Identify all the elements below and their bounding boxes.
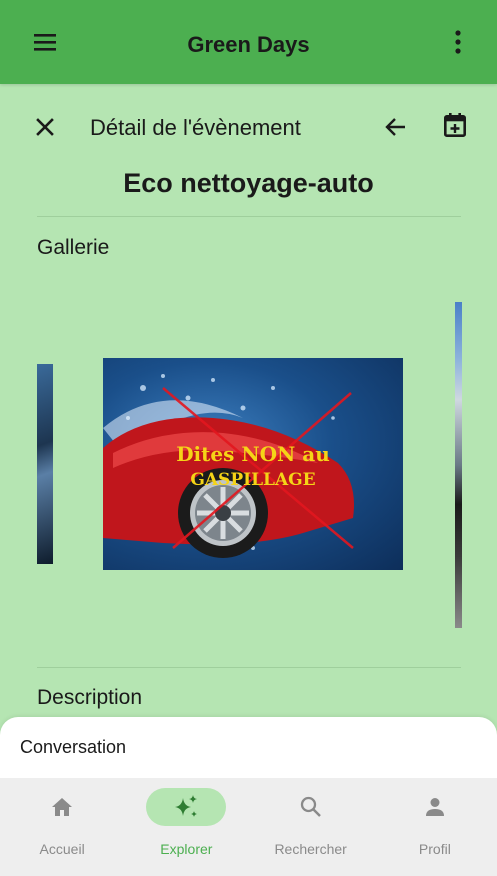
image-text-line1: Dites NON au [176,442,330,466]
calendar-add-icon[interactable] [440,110,470,140]
nav-item-explorer[interactable]: Explorer [124,778,248,876]
gallery-image-previous[interactable] [37,364,53,564]
nav-item-rechercher[interactable]: Rechercher [249,778,373,876]
gallery-image-current[interactable]: Dites NON au GASPILLAGE [103,358,403,570]
nav-label-rechercher: Rechercher [274,841,347,857]
nav-label-accueil: Accueil [39,841,85,857]
nav-label-profil: Profil [418,841,451,857]
more-vert-icon[interactable] [443,27,473,57]
detail-header: Détail de l'évènement [0,106,497,146]
person-icon [395,788,475,826]
nav-label-explorer: Explorer [160,841,213,857]
gallery-label: Gallerie [37,236,110,259]
sparkle-icon [146,788,227,826]
bottom-navigation: Accueil Explorer Rechercher Profil [0,778,497,876]
divider [37,667,461,668]
detail-heading: Détail de l'évènement [90,115,301,140]
image-gallery[interactable]: Dites NON au GASPILLAGE [0,280,497,660]
nav-item-profil[interactable]: Profil [373,778,497,876]
description-label: Description [37,686,143,709]
arrow-back-icon[interactable] [381,112,411,142]
nav-item-accueil[interactable]: Accueil [0,778,124,876]
app-title: Green Days [187,32,310,57]
menu-icon[interactable] [31,27,61,57]
search-icon [271,788,351,826]
home-icon [22,788,102,826]
image-text-line2: GASPILLAGE [190,470,315,490]
app-bar: Green Days [0,0,497,84]
conversation-title: Conversation [20,737,127,757]
event-title: Eco nettoyage-auto [123,168,374,198]
divider [37,216,461,217]
close-icon[interactable] [30,112,60,142]
gallery-image-next[interactable] [455,302,462,628]
